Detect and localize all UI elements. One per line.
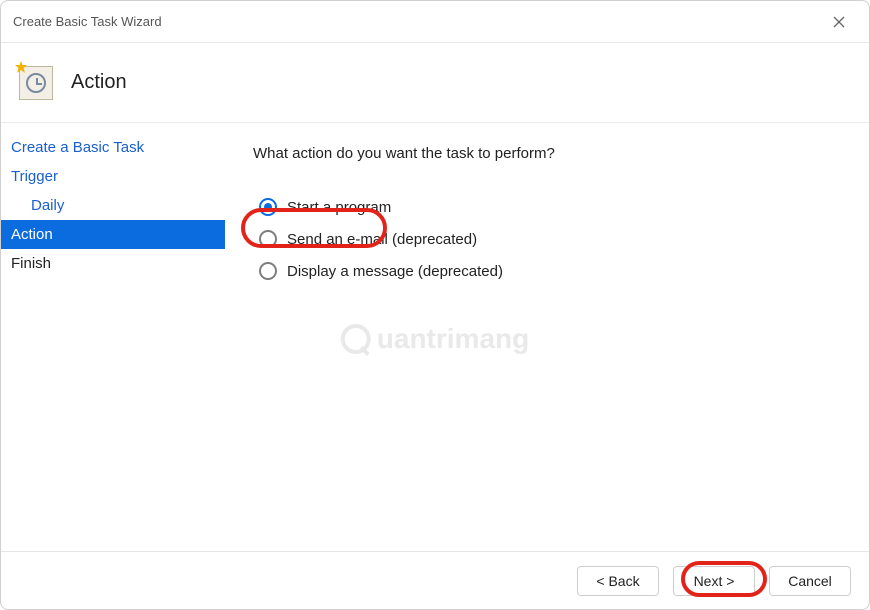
clock-icon [26, 73, 46, 93]
wizard-icon [19, 66, 53, 100]
step-trigger[interactable]: Trigger [1, 162, 225, 191]
window-title: Create Basic Task Wizard [13, 14, 821, 29]
button-label: Cancel [788, 573, 832, 589]
step-label: Create a Basic Task [11, 139, 144, 156]
option-display-message[interactable]: Display a message (deprecated) [259, 262, 841, 280]
option-start-program[interactable]: Start a program [259, 198, 841, 216]
next-button[interactable]: Next > [673, 566, 755, 596]
cancel-button[interactable]: Cancel [769, 566, 851, 596]
wizard-footer: < Back Next > Cancel [1, 551, 869, 609]
wizard-body: Create a Basic Task Trigger Daily Action… [1, 123, 869, 551]
step-label: Action [11, 226, 53, 243]
step-action[interactable]: Action [1, 220, 225, 249]
step-daily[interactable]: Daily [1, 191, 225, 220]
button-label: < Back [596, 573, 639, 589]
page-title: Action [71, 71, 127, 94]
page-header: Action [1, 43, 869, 123]
back-button[interactable]: < Back [577, 566, 659, 596]
close-icon [833, 16, 845, 28]
step-label: Trigger [11, 168, 58, 185]
titlebar: Create Basic Task Wizard [1, 1, 869, 43]
wizard-content: What action do you want the task to perf… [225, 123, 869, 551]
action-options: Start a program Send an e-mail (deprecat… [253, 198, 841, 280]
step-label: Daily [31, 197, 64, 214]
wizard-steps-sidebar: Create a Basic Task Trigger Daily Action… [1, 123, 225, 551]
new-star-icon [14, 61, 28, 75]
option-label: Send an e-mail (deprecated) [287, 231, 477, 248]
step-finish: Finish [1, 249, 225, 278]
button-label: Next > [694, 573, 735, 589]
close-button[interactable] [821, 8, 857, 36]
option-label: Display a message (deprecated) [287, 263, 503, 280]
wizard-window: Create Basic Task Wizard Action Create a… [0, 0, 870, 610]
option-send-email[interactable]: Send an e-mail (deprecated) [259, 230, 841, 248]
step-create-basic-task[interactable]: Create a Basic Task [1, 133, 225, 162]
radio-icon [259, 262, 277, 280]
action-prompt: What action do you want the task to perf… [253, 145, 841, 162]
option-label: Start a program [287, 199, 391, 216]
radio-icon [259, 230, 277, 248]
step-label: Finish [11, 255, 51, 272]
radio-icon [259, 198, 277, 216]
